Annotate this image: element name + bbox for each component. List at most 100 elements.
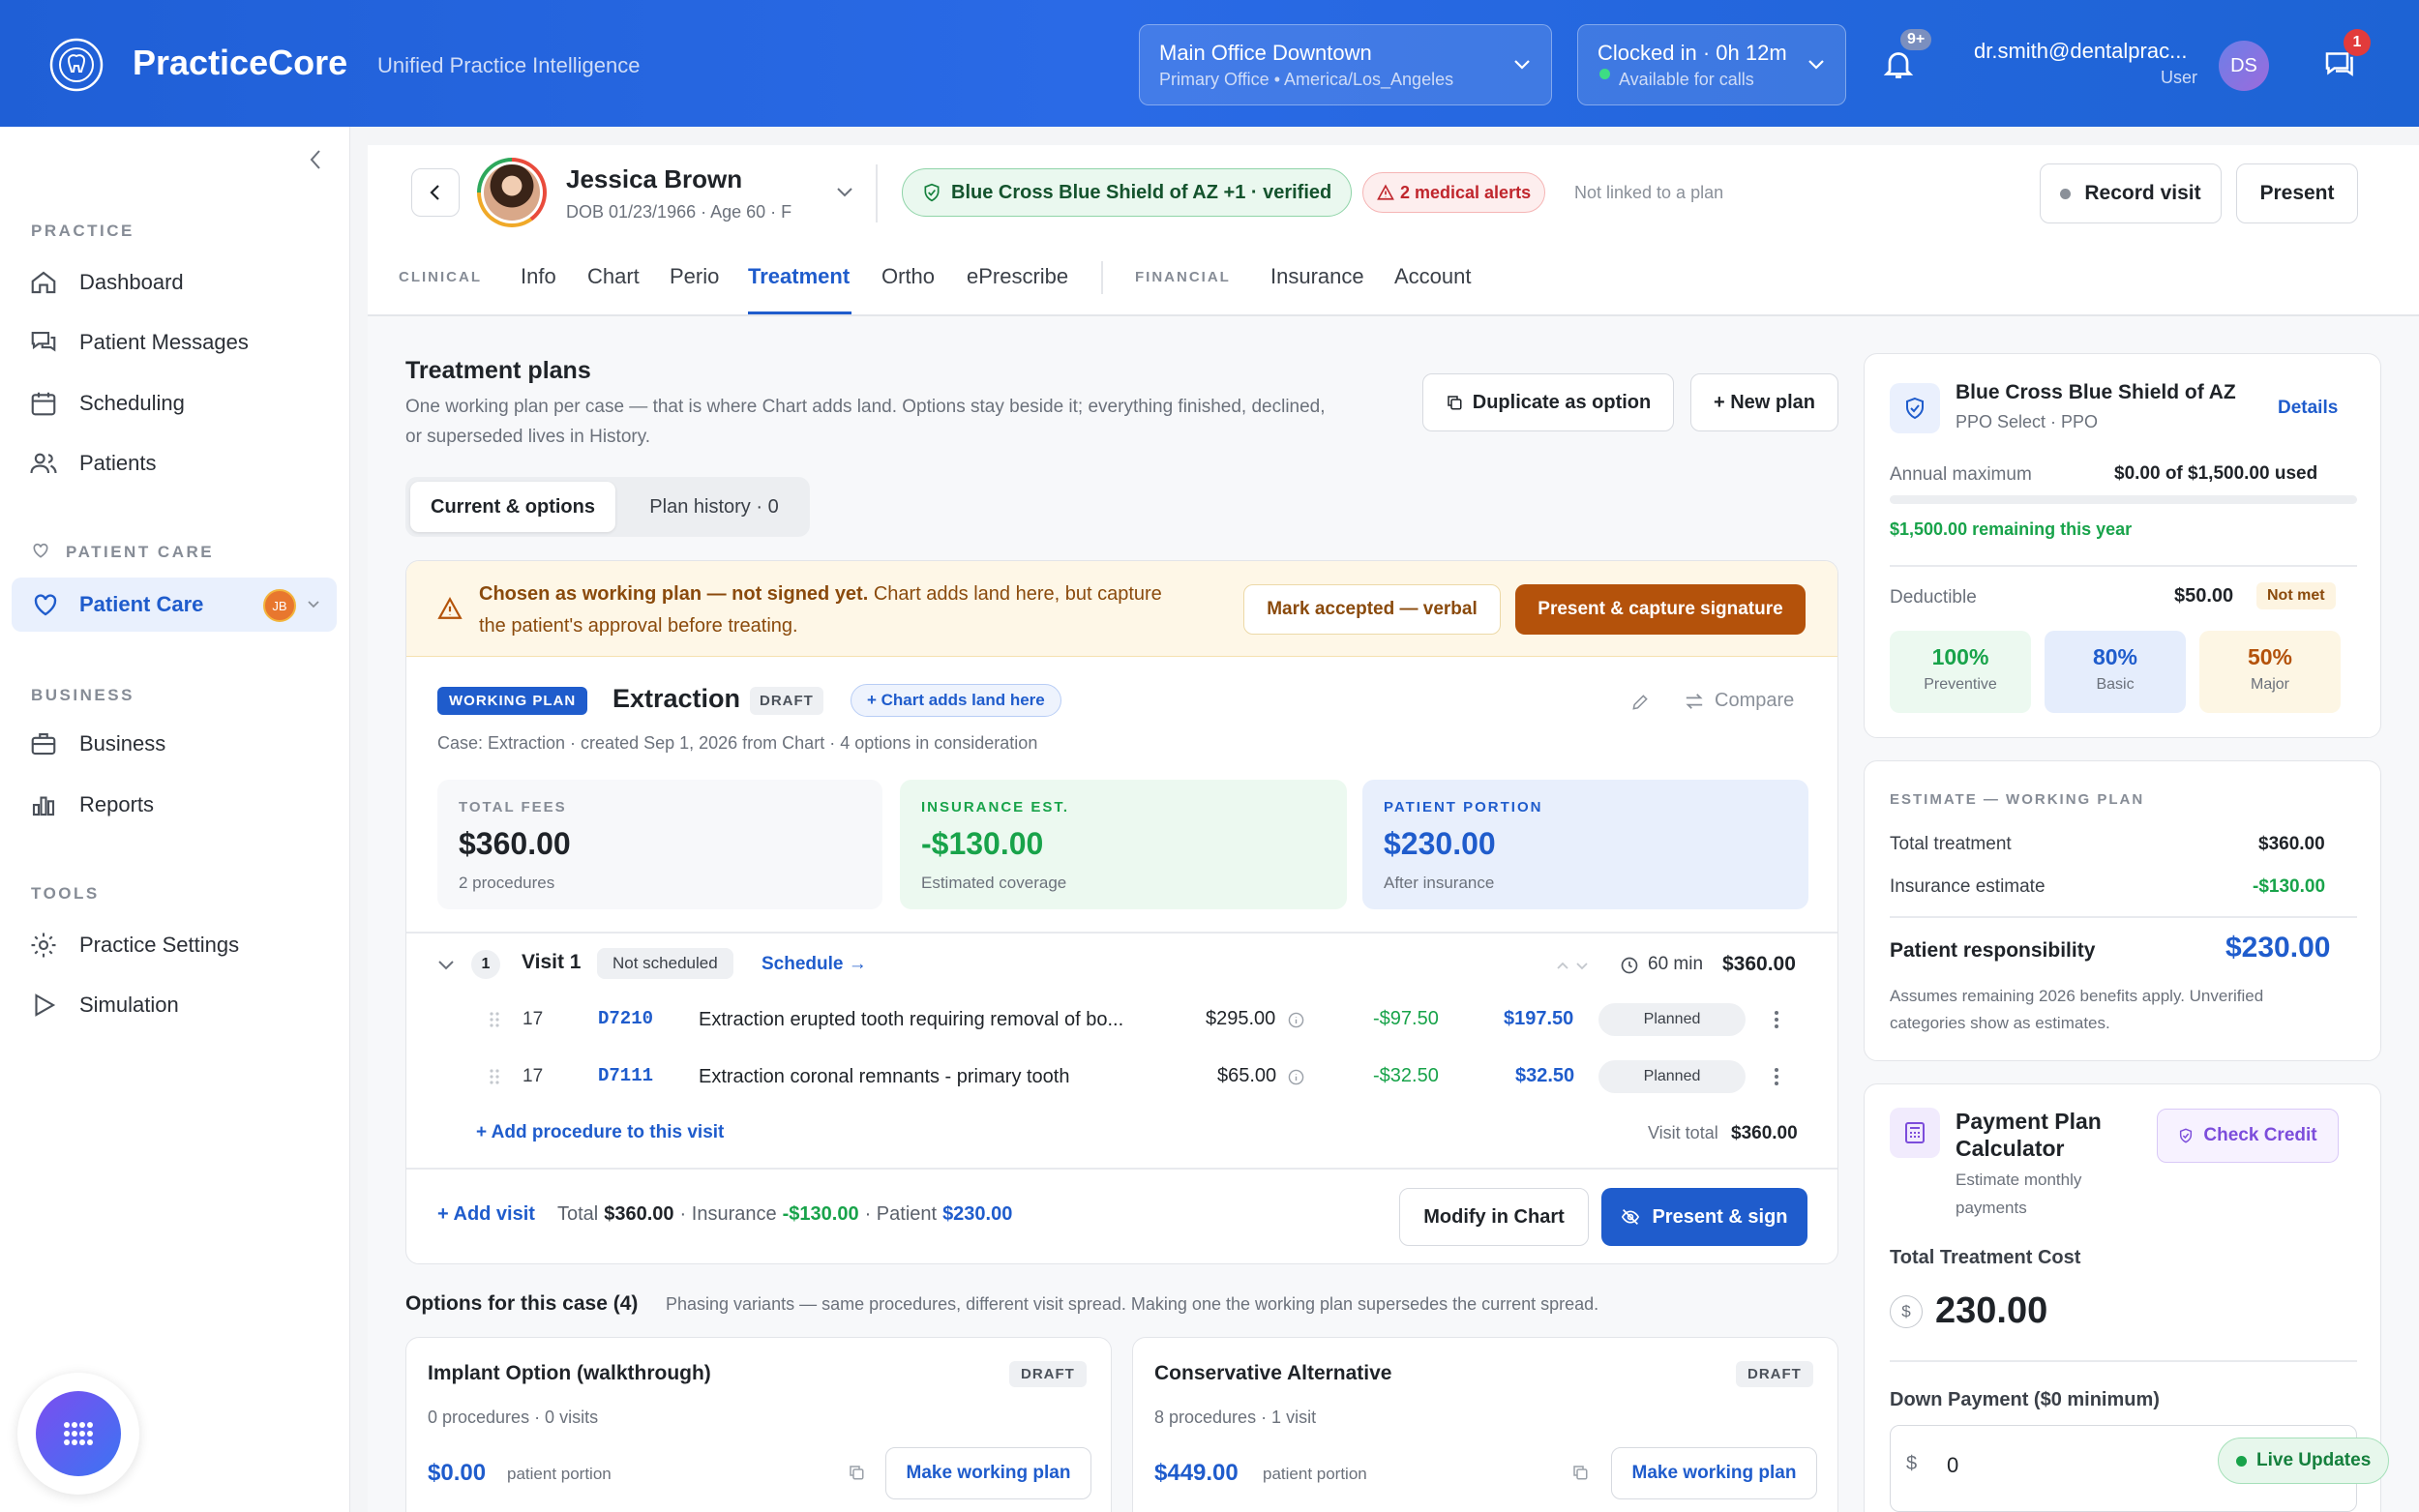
- tab-info[interactable]: Info: [521, 264, 556, 289]
- chevron-down-icon: [1514, 60, 1530, 70]
- drag-handle-icon[interactable]: [490, 1011, 499, 1028]
- segment-current-options[interactable]: Current & options: [410, 482, 615, 532]
- annual-max-label: Annual maximum: [1890, 464, 2032, 485]
- more-vertical-icon[interactable]: [1774, 1067, 1779, 1086]
- procedure-status-badge[interactable]: Planned: [1598, 1003, 1746, 1036]
- sidebar-item-practice-settings[interactable]: Practice Settings: [29, 921, 239, 969]
- procedure-code[interactable]: D7210: [598, 1008, 653, 1029]
- tab-ortho[interactable]: Ortho: [881, 264, 935, 289]
- sidebar-item-label: Patients: [79, 451, 157, 475]
- patient-portion-tile: PATIENT PORTION $230.00 After insurance: [1362, 780, 1808, 909]
- sidebar-item-business[interactable]: Business: [29, 720, 165, 768]
- tab-insurance[interactable]: Insurance: [1270, 264, 1364, 289]
- procedure-tooth: 17: [523, 1066, 544, 1086]
- modify-in-chart-button[interactable]: Modify in Chart: [1399, 1188, 1589, 1246]
- section-patient-care: PATIENT CARE: [66, 543, 215, 561]
- compare-button[interactable]: Compare: [1684, 690, 1794, 712]
- total-fees-tile: TOTAL FEES $360.00 2 procedures: [437, 780, 882, 909]
- insurance-details-link[interactable]: Details: [2278, 398, 2338, 419]
- section-practice: PRACTICE: [31, 222, 134, 240]
- info-icon[interactable]: [1288, 1069, 1304, 1085]
- app-logo-icon[interactable]: [48, 37, 105, 93]
- live-updates-label: Live Updates: [2256, 1450, 2372, 1470]
- option-card[interactable]: Conservative Alternative DRAFT 8 procedu…: [1132, 1337, 1838, 1512]
- record-visit-button[interactable]: Record visit: [2040, 163, 2222, 223]
- user-email[interactable]: dr.smith@dentalprac...: [1974, 39, 2187, 64]
- procedure-code[interactable]: D7111: [598, 1065, 653, 1086]
- new-plan-button[interactable]: + New plan: [1690, 373, 1838, 431]
- sidebar-item-scheduling[interactable]: Scheduling: [29, 379, 185, 428]
- procedure-row[interactable]: 17 D7111 Extraction coronal remnants - p…: [406, 1049, 1837, 1105]
- summary-total-label: Total: [557, 1203, 599, 1225]
- add-procedure-link[interactable]: + Add procedure to this visit: [476, 1122, 724, 1143]
- office-selector[interactable]: Main Office Downtown Primary Office • Am…: [1139, 24, 1552, 105]
- section-business: BUSINESS: [31, 686, 134, 704]
- mark-accepted-verbal-button[interactable]: Mark accepted — verbal: [1243, 584, 1501, 635]
- tab-perio[interactable]: Perio: [670, 264, 719, 289]
- patient-photo-avatar[interactable]: [477, 158, 547, 227]
- divider: [1890, 565, 2357, 567]
- copy-icon[interactable]: [1571, 1464, 1589, 1481]
- plan-link-text[interactable]: Not linked to a plan: [1574, 183, 1723, 203]
- tab-account[interactable]: Account: [1394, 264, 1472, 289]
- chevron-down-icon[interactable]: [437, 960, 455, 971]
- back-button[interactable]: [411, 168, 460, 217]
- drag-handle-icon[interactable]: [490, 1068, 499, 1085]
- chevron-down-icon[interactable]: [836, 187, 853, 198]
- notifications-button[interactable]: 9+: [1881, 29, 1932, 85]
- coverage-preventive: 100% Preventive: [1890, 631, 2031, 713]
- insurance-est-sub: Estimated coverage: [921, 874, 1067, 892]
- annual-max-value: $0.00 of $1,500.00 used: [2114, 463, 2318, 484]
- visit-duration: 60 min: [1648, 954, 1704, 974]
- collapse-sidebar-icon[interactable]: [308, 148, 323, 171]
- insurance-verified-badge[interactable]: Blue Cross Blue Shield of AZ +1 · verifi…: [902, 168, 1353, 217]
- estimate-card: ESTIMATE — WORKING PLAN Total treatment …: [1864, 760, 2381, 1061]
- visit-number: 1: [471, 950, 500, 979]
- sidebar-item-patient-care[interactable]: Patient Care JB: [12, 578, 337, 632]
- edit-pencil-icon[interactable]: [1630, 693, 1650, 712]
- present-capture-signature-button[interactable]: Present & capture signature: [1515, 584, 1806, 635]
- app-name[interactable]: PracticeCore: [133, 43, 347, 83]
- sidebar-item-simulation[interactable]: Simulation: [29, 981, 179, 1029]
- reorder-arrows-icon[interactable]: [1556, 960, 1589, 971]
- segment-plan-history[interactable]: Plan history · 0: [623, 482, 805, 532]
- sidebar-item-reports[interactable]: Reports: [29, 781, 154, 829]
- clock-status-selector[interactable]: Clocked in · 0h 12m Available for calls: [1577, 24, 1846, 105]
- check-credit-button[interactable]: Check Credit: [2157, 1109, 2339, 1163]
- option-name: Implant Option (walkthrough): [428, 1362, 711, 1384]
- medical-alerts-badge[interactable]: 2 medical alerts: [1362, 172, 1546, 213]
- user-avatar[interactable]: DS: [2219, 41, 2269, 91]
- estimate-ins-label: Insurance estimate: [1890, 876, 2046, 897]
- more-vertical-icon[interactable]: [1774, 1010, 1779, 1029]
- chat-badge: 1: [2344, 29, 2371, 56]
- messages-button[interactable]: 1: [2320, 29, 2371, 85]
- tab-eprescribe[interactable]: ePrescribe: [967, 264, 1068, 289]
- payment-sub: Estimate monthly payments: [1956, 1166, 2081, 1222]
- sidebar-item-patient-messages[interactable]: Patient Messages: [29, 318, 249, 367]
- present-and-sign-button[interactable]: Present & sign: [1601, 1188, 1807, 1246]
- payment-title-line2: Calculator: [1956, 1136, 2065, 1161]
- make-working-plan-button[interactable]: Make working plan: [885, 1447, 1091, 1499]
- duplicate-as-option-button[interactable]: Duplicate as option: [1422, 373, 1674, 431]
- sidebar-item-patients[interactable]: Patients: [29, 439, 157, 488]
- live-dot-icon: [2236, 1455, 2247, 1467]
- app-launcher-button[interactable]: [17, 1373, 139, 1495]
- patient-portion-label: PATIENT PORTION: [1384, 799, 1543, 815]
- schedule-link[interactable]: Schedule →: [762, 954, 867, 975]
- insurance-name: Blue Cross Blue Shield of AZ: [1956, 381, 2236, 403]
- coverage-major: 50% Major: [2199, 631, 2341, 713]
- live-updates-indicator[interactable]: Live Updates: [2218, 1438, 2390, 1484]
- procedure-status-badge[interactable]: Planned: [1598, 1060, 1746, 1093]
- tab-chart[interactable]: Chart: [587, 264, 640, 289]
- sidebar-item-dashboard[interactable]: Dashboard: [29, 258, 184, 307]
- info-icon[interactable]: [1288, 1012, 1304, 1028]
- procedure-row[interactable]: 17 D7210 Extraction erupted tooth requir…: [406, 992, 1837, 1048]
- option-card[interactable]: Implant Option (walkthrough) DRAFT 0 pro…: [405, 1337, 1112, 1512]
- add-visit-link[interactable]: + Add visit: [437, 1203, 535, 1226]
- tab-treatment[interactable]: Treatment: [748, 264, 850, 289]
- insurance-est-label: INSURANCE EST.: [921, 799, 1070, 815]
- copy-icon[interactable]: [848, 1464, 865, 1481]
- make-working-plan-button[interactable]: Make working plan: [1611, 1447, 1817, 1499]
- present-button[interactable]: Present: [2236, 163, 2358, 223]
- chart-adds-land-button[interactable]: + Chart adds land here: [851, 684, 1061, 717]
